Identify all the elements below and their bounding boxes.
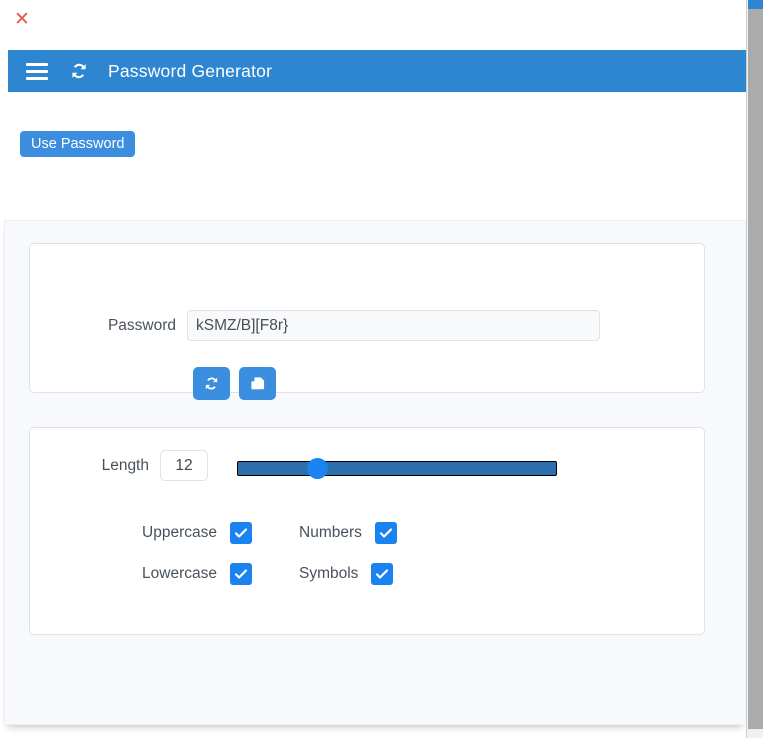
- length-slider-track[interactable]: [237, 460, 557, 476]
- generator-panel: Password kSMZ/B][F8r} Length 12 Uppercas…: [4, 220, 746, 725]
- option-symbols-label: Symbols: [299, 565, 359, 582]
- app-header-bar: Password Generator: [8, 50, 746, 92]
- hamburger-icon[interactable]: [26, 62, 48, 80]
- options-card: Length Uppercase Numbers: [29, 427, 705, 635]
- length-row: Length: [30, 450, 704, 481]
- page-canvas: ✕ Password Generator Use Password Passwo…: [0, 0, 746, 738]
- sync-refresh-icon[interactable]: [68, 60, 90, 82]
- length-slider-thumb[interactable]: [307, 457, 328, 479]
- length-slider[interactable]: [237, 455, 557, 479]
- password-input[interactable]: [187, 310, 600, 341]
- option-uppercase[interactable]: Uppercase: [30, 522, 252, 544]
- password-card: Password: [29, 243, 705, 400]
- hamburger-line: [26, 76, 48, 80]
- option-lowercase[interactable]: Lowercase: [30, 563, 252, 585]
- character-options-grid: Uppercase Numbers Lowercase Symbols: [30, 522, 704, 585]
- symbols-checkbox[interactable]: [371, 563, 394, 585]
- scrollbar-thumb[interactable]: [748, 9, 763, 729]
- password-actions: [193, 367, 276, 400]
- use-password-button[interactable]: Use Password: [20, 131, 136, 157]
- scrollbar-top-cap: [748, 0, 763, 9]
- password-field-row: Password: [30, 310, 704, 341]
- close-icon[interactable]: ✕: [12, 10, 32, 30]
- option-lowercase-label: Lowercase: [142, 565, 217, 582]
- option-numbers[interactable]: Numbers: [252, 522, 704, 544]
- lowercase-checkbox[interactable]: [230, 563, 252, 585]
- option-uppercase-label: Uppercase: [142, 524, 217, 541]
- copy-password-button[interactable]: [239, 367, 276, 400]
- regenerate-password-button[interactable]: [193, 367, 230, 400]
- option-symbols[interactable]: Symbols: [252, 563, 704, 585]
- vertical-scrollbar[interactable]: [746, 0, 763, 738]
- hamburger-line: [26, 62, 48, 66]
- option-numbers-label: Numbers: [299, 524, 362, 541]
- uppercase-checkbox[interactable]: [230, 522, 252, 544]
- app-title: Password Generator: [108, 60, 273, 81]
- length-label: Length: [101, 456, 149, 474]
- length-value-input[interactable]: [160, 450, 208, 481]
- password-label: Password: [107, 316, 176, 334]
- numbers-checkbox[interactable]: [374, 522, 397, 544]
- hamburger-line: [26, 69, 48, 73]
